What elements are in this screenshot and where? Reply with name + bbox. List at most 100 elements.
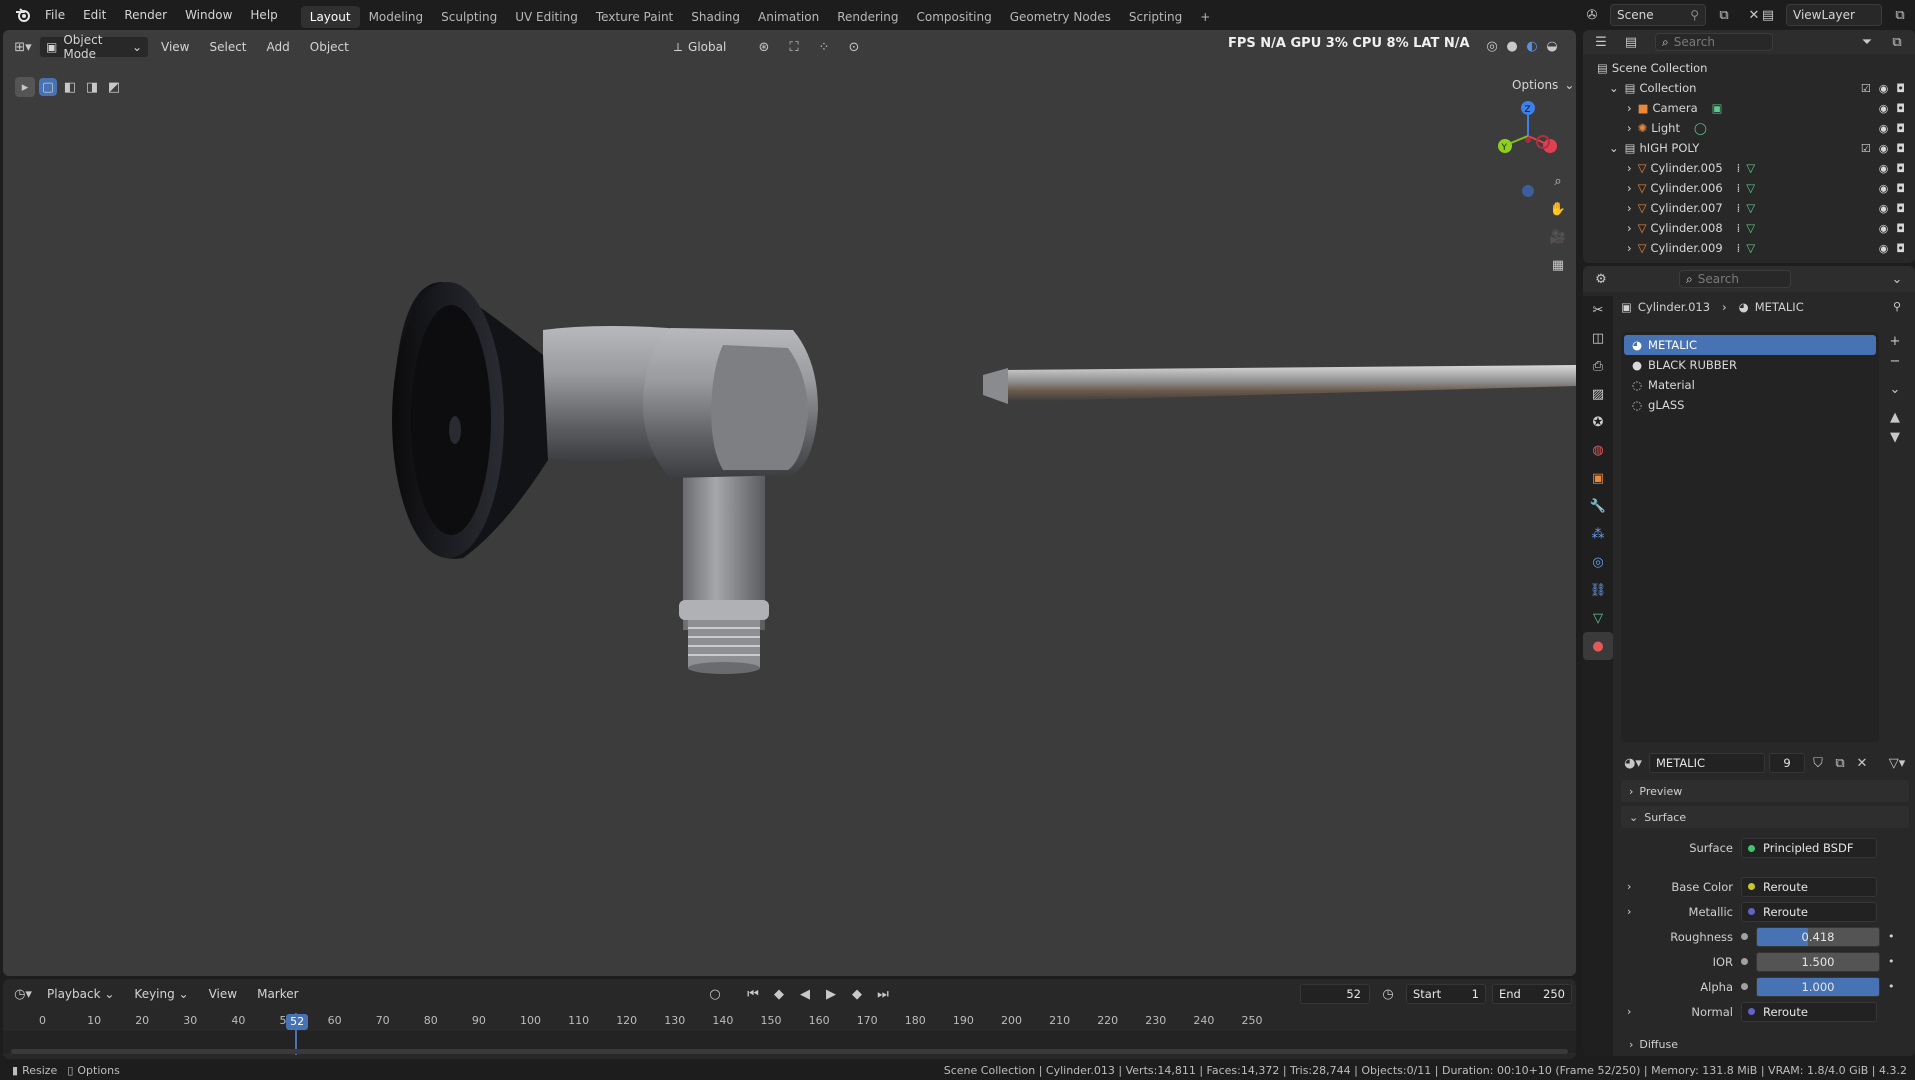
user-count[interactable]: 9 [1769, 753, 1805, 773]
outliner-search-input[interactable]: ⌕ Search [1655, 33, 1773, 51]
modifier-tab-icon[interactable]: 🔧 [1583, 492, 1613, 520]
move-down-icon[interactable]: ▼ [1885, 428, 1905, 446]
modifier-icon[interactable]: ⁞ [1737, 181, 1741, 195]
eye-icon[interactable]: ◉ [1879, 222, 1889, 235]
keyframe-dot-icon[interactable]: • [1888, 955, 1895, 968]
scene-name-field[interactable]: Scene ⚲ [1610, 4, 1706, 26]
expand-chevron-icon[interactable]: ⌄ [1609, 141, 1619, 155]
filter-icon[interactable]: ⏷ [1855, 31, 1879, 53]
chevron-right-icon[interactable]: › [1627, 1005, 1641, 1018]
menu-file[interactable]: File [36, 0, 74, 30]
play-reverse-icon[interactable]: ◀ [793, 983, 817, 1005]
expand-chevron-icon[interactable]: ⌄ [1609, 81, 1619, 95]
expand-chevron-icon[interactable]: › [1627, 221, 1632, 235]
chevron-right-icon[interactable]: › [1627, 880, 1641, 893]
material-tab-icon[interactable]: ● [1583, 632, 1613, 660]
playhead-frame-label[interactable]: 52 [286, 1014, 309, 1030]
mesh-data-icon[interactable]: ▽ [1746, 241, 1755, 255]
scene-icon[interactable]: ✇ [1580, 4, 1604, 26]
material-slot-black-rubber[interactable]: ● BLACK RUBBER [1624, 355, 1876, 375]
outliner-item-high-poly[interactable]: ⌄ ▤ hIGH POLY ☑ ◉ ◘ [1583, 138, 1915, 158]
chevron-right-icon[interactable]: › [1627, 905, 1641, 918]
eye-icon[interactable]: ◉ [1879, 122, 1889, 135]
timeline-scrollbar[interactable] [11, 1049, 1568, 1054]
properties-editor-icon[interactable]: ⚙ [1589, 268, 1613, 290]
tool-tab-icon[interactable]: ✂ [1583, 296, 1613, 324]
world-tab-icon[interactable]: ◍ [1583, 436, 1613, 464]
pin-icon[interactable]: ⚲ [1893, 300, 1901, 313]
keyframe-dot-icon[interactable]: • [1888, 930, 1895, 943]
scene-tab-icon[interactable]: ✪ [1583, 408, 1613, 436]
tab-scripting[interactable]: Scripting [1120, 6, 1191, 28]
view-layer-field[interactable]: ViewLayer [1786, 4, 1882, 26]
constraints-tab-icon[interactable]: ⛓ [1583, 576, 1613, 604]
menu-render[interactable]: Render [115, 0, 176, 30]
material-browse-icon[interactable]: ◕▾ [1621, 752, 1645, 774]
outliner-item-cylinder-007[interactable]: › ▽ Cylinder.007 ⁞ ▽ ◉ ◘ [1583, 198, 1915, 218]
outliner-item-cylinder-009[interactable]: › ▽ Cylinder.009 ⁞ ▽ ◉ ◘ [1583, 238, 1915, 258]
material-slot-metalic[interactable]: ◕ METALIC [1624, 335, 1876, 355]
modifier-icon[interactable]: ⁞ [1737, 241, 1741, 255]
checkbox-icon[interactable]: ☑ [1861, 142, 1871, 155]
chevron-down-icon[interactable]: ⌄ [1885, 380, 1905, 398]
timeline-menu-playback[interactable]: Playback ⌄ [39, 987, 122, 1001]
expand-chevron-icon[interactable]: › [1627, 121, 1632, 135]
endoscope-model[interactable] [3, 30, 1576, 976]
surface-panel-header[interactable]: ⌄ Surface [1621, 806, 1909, 828]
jump-start-icon[interactable]: ⏮ [741, 983, 765, 1005]
view-layer-tab-icon[interactable]: ▨ [1583, 380, 1613, 408]
outliner-item-cylinder-006[interactable]: › ▽ Cylinder.006 ⁞ ▽ ◉ ◘ [1583, 178, 1915, 198]
light-data-icon[interactable]: ◯ [1694, 121, 1707, 135]
next-keyframe-icon[interactable]: ◆ [845, 983, 869, 1005]
frame-ruler[interactable]: 0 10 20 30 40 5 60 70 80 90 100 110 120 130 140 150 160 1… [3, 1013, 1576, 1031]
base-color-field[interactable]: Reroute [1741, 876, 1877, 897]
mesh-data-icon[interactable]: ▽ [1746, 161, 1755, 175]
timeline-menu-keying[interactable]: Keying ⌄ [126, 987, 196, 1001]
mesh-data-icon[interactable]: ▽ [1746, 221, 1755, 235]
prev-keyframe-icon[interactable]: ◆ [767, 983, 791, 1005]
auto-keying-icon[interactable]: ○ [703, 983, 727, 1005]
checkbox-icon[interactable]: ☑ [1861, 82, 1871, 95]
camera-render-icon[interactable]: ◘ [1896, 162, 1905, 175]
tab-modeling[interactable]: Modeling [360, 6, 433, 28]
tab-layout[interactable]: Layout [300, 6, 360, 28]
tab-shading[interactable]: Shading [682, 6, 749, 28]
outliner-item-light[interactable]: › ✺ Light ◯ ◉ ◘ [1583, 118, 1915, 138]
tab-animation[interactable]: Animation [749, 6, 828, 28]
ior-slider[interactable]: 1.500 [1756, 951, 1880, 972]
preview-panel-header[interactable]: › Preview [1621, 780, 1909, 802]
outliner-item-collection[interactable]: ⌄ ▤ Collection ☑ ◉ ◘ [1583, 78, 1915, 98]
tab-rendering[interactable]: Rendering [828, 6, 907, 28]
eye-icon[interactable]: ◉ [1879, 242, 1889, 255]
material-name-field[interactable]: METALIC [1649, 753, 1765, 773]
timeline-menu-view[interactable]: View [201, 987, 245, 1001]
expand-chevron-icon[interactable]: › [1627, 101, 1632, 115]
camera-render-icon[interactable]: ◘ [1896, 102, 1905, 115]
end-frame-field[interactable]: End 250 [1492, 984, 1572, 1004]
fake-user-icon[interactable]: ⛉ [1809, 752, 1827, 774]
render-tab-icon[interactable]: ◫ [1583, 324, 1613, 352]
object-tab-icon[interactable]: ▣ [1583, 464, 1613, 492]
new-view-layer-icon[interactable]: ⧉ [1888, 4, 1912, 26]
clock-icon[interactable]: ◷ [1376, 983, 1400, 1005]
add-workspace-button[interactable]: + [1191, 6, 1219, 28]
start-frame-field[interactable]: Start 1 [1406, 984, 1486, 1004]
camera-render-icon[interactable]: ◘ [1896, 222, 1905, 235]
physics-tab-icon[interactable]: ◎ [1583, 548, 1613, 576]
jump-end-icon[interactable]: ⏭ [871, 983, 895, 1005]
duplicate-material-icon[interactable]: ⧉ [1831, 752, 1849, 774]
alpha-slider[interactable]: 1.000 [1756, 976, 1880, 997]
output-tab-icon[interactable]: ⎙ [1583, 352, 1613, 380]
tab-sculpting[interactable]: Sculpting [432, 6, 506, 28]
material-slot-material[interactable]: ◌ Material [1624, 375, 1876, 395]
modifier-icon[interactable]: ⁞ [1737, 201, 1741, 215]
new-collection-icon[interactable]: ⧉ [1885, 31, 1909, 53]
modifier-icon[interactable]: ⁞ [1737, 221, 1741, 235]
particles-tab-icon[interactable]: ⁂ [1583, 520, 1613, 548]
metallic-field[interactable]: Reroute [1741, 901, 1877, 922]
eye-icon[interactable]: ◉ [1879, 142, 1889, 155]
unlink-material-icon[interactable]: ✕ [1853, 752, 1871, 774]
chevron-down-icon[interactable]: ⌄ [1885, 268, 1909, 290]
camera-render-icon[interactable]: ◘ [1896, 242, 1905, 255]
expand-chevron-icon[interactable]: › [1627, 161, 1632, 175]
